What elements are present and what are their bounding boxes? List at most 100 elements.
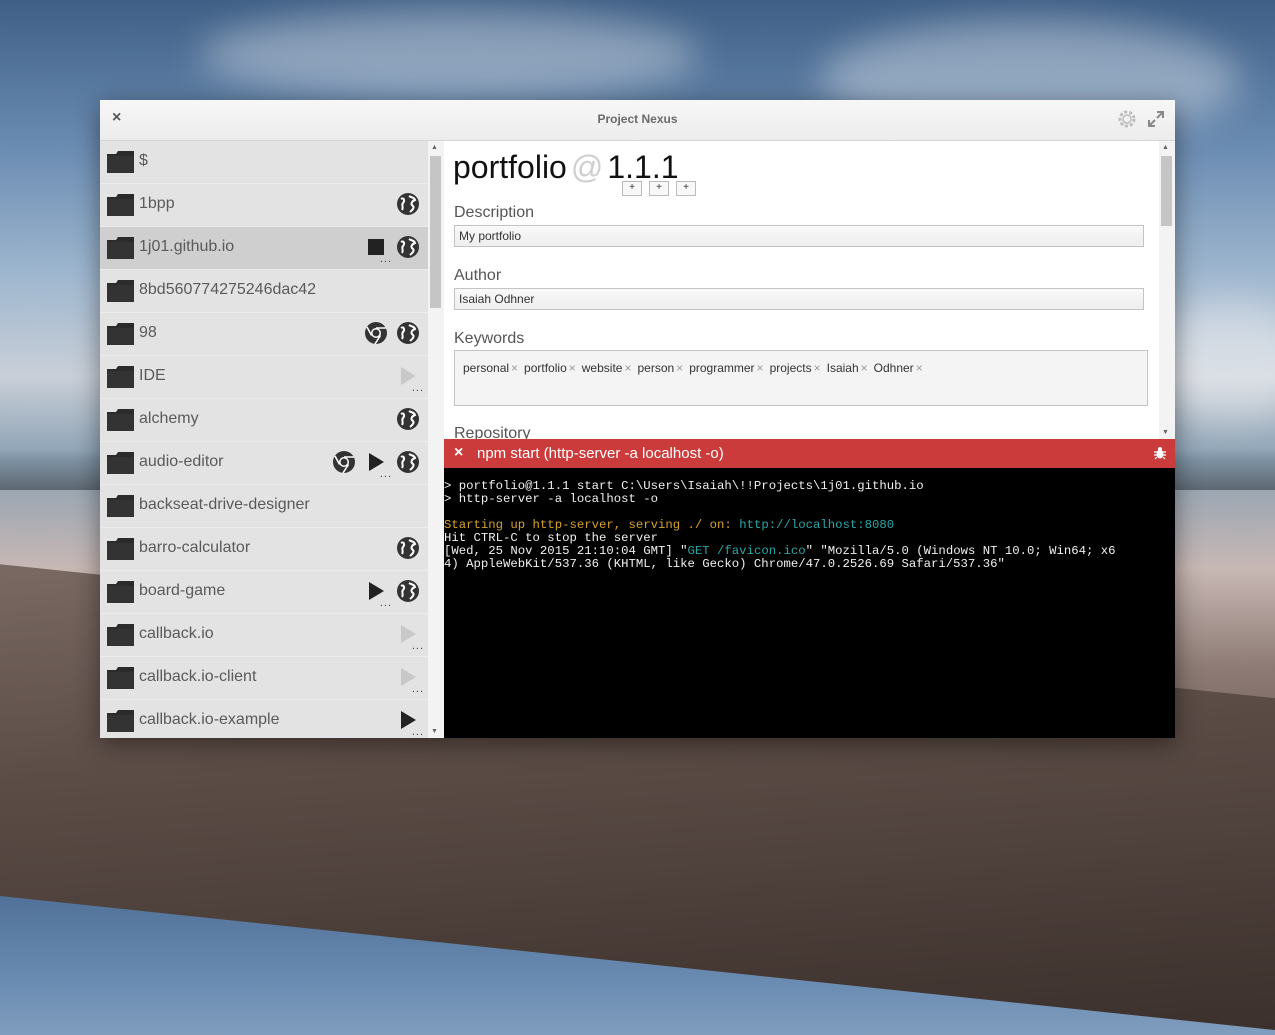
globe-icon[interactable] [396, 235, 420, 259]
play-icon: ... [396, 665, 423, 695]
folder-icon [107, 323, 134, 345]
project-list: $1bpp 1j01.github.io... 8bd560774275246dac… [100, 141, 428, 738]
keyword-text: Odhner [873, 361, 914, 375]
project-item[interactable]: 1j01.github.io... [100, 227, 428, 270]
project-actions: ... [396, 665, 423, 695]
window-title: Project Nexus [597, 112, 678, 126]
play-icon[interactable]: ... [396, 708, 423, 738]
author-field[interactable]: Isaiah Odhner [454, 288, 1144, 310]
description-label: Description [454, 204, 535, 221]
terminal-close-button[interactable]: × [454, 444, 463, 462]
remove-keyword-icon[interactable]: × [511, 361, 518, 375]
project-item[interactable]: audio-editor... [100, 442, 428, 485]
terminal-header: × npm start (http-server -a localhost -o… [444, 439, 1175, 468]
remove-keyword-icon[interactable]: × [624, 361, 631, 375]
scroll-down-arrow-icon[interactable]: ▼ [1162, 429, 1169, 436]
output-line: Starting up http-server, serving ./ on: [444, 518, 740, 532]
bump-minor-button[interactable]: + [649, 181, 669, 196]
project-item[interactable]: 8bd560774275246dac42 [100, 270, 428, 313]
bug-icon[interactable] [1153, 446, 1167, 465]
project-item[interactable]: 1bpp [100, 184, 428, 227]
keywords-field[interactable]: personal × portfolio × website × person × progra… [454, 350, 1148, 406]
scroll-up-arrow-icon[interactable]: ▲ [1162, 144, 1169, 151]
project-actions [396, 407, 420, 431]
globe-icon[interactable] [396, 450, 420, 474]
project-item[interactable]: 98 [100, 313, 428, 356]
output-line: 4) AppleWebKit/537.36 (KHTML, like Gecko… [444, 557, 1005, 571]
more-options-icon[interactable]: ... [380, 253, 392, 265]
project-name: backseat-drive-designer [139, 496, 310, 513]
keyword-text: person [637, 361, 675, 375]
keyword-tag: portfolio × [524, 361, 576, 375]
globe-icon[interactable] [396, 321, 420, 345]
more-options-icon[interactable]: ... [412, 726, 424, 738]
remove-keyword-icon[interactable]: × [916, 361, 923, 375]
project-item[interactable]: callback.io... [100, 614, 428, 657]
output-line: > portfolio@1.1.1 start C:\Users\Isaiah\… [444, 479, 924, 493]
keyword-text: Isaiah [826, 361, 859, 375]
stop-icon[interactable]: ... [364, 235, 391, 265]
chrome-icon[interactable] [332, 450, 356, 474]
keyword-tag: projects × [770, 361, 821, 375]
output-line: Hit CTRL-C to stop the server [444, 531, 659, 545]
more-options-icon[interactable]: ... [412, 683, 424, 695]
project-item[interactable]: backseat-drive-designer [100, 485, 428, 528]
project-item[interactable]: board-game... [100, 571, 428, 614]
folder-icon [107, 409, 134, 431]
title-bar: × Project Nexus [100, 100, 1175, 141]
scroll-up-arrow-icon[interactable]: ▲ [431, 144, 438, 151]
chrome-icon[interactable] [364, 321, 388, 345]
remove-keyword-icon[interactable]: × [569, 361, 576, 375]
scroll-down-arrow-icon[interactable]: ▼ [431, 728, 438, 735]
author-label: Author [454, 267, 502, 284]
more-options-icon[interactable]: ... [412, 382, 424, 394]
keyword-tags: personal × portfolio × website × person × progra… [463, 361, 923, 375]
more-options-icon[interactable]: ... [412, 640, 424, 652]
more-options-icon[interactable]: ... [380, 597, 392, 609]
settings-gear-icon[interactable] [1117, 109, 1137, 129]
globe-icon[interactable] [396, 536, 420, 560]
project-item[interactable]: alchemy [100, 399, 428, 442]
project-item[interactable]: callback.io-example... [100, 700, 428, 738]
project-actions: ... [396, 364, 423, 394]
play-icon[interactable]: ... [364, 579, 391, 609]
scrollbar-thumb[interactable] [430, 156, 441, 308]
keyword-tag: programmer × [689, 361, 763, 375]
remove-keyword-icon[interactable]: × [676, 361, 683, 375]
at-sign: @ [570, 149, 604, 185]
scrollbar-thumb[interactable] [1161, 156, 1172, 226]
globe-icon[interactable] [396, 579, 420, 603]
project-actions: ... [332, 450, 420, 480]
globe-icon[interactable] [396, 407, 420, 431]
folder-icon [107, 624, 134, 646]
request-path: GET /favicon.ico [687, 544, 806, 558]
version-bump-buttons: + + + [622, 181, 696, 196]
project-item[interactable]: barro-calculator [100, 528, 428, 571]
fullscreen-icon[interactable] [1147, 110, 1165, 128]
project-item[interactable]: callback.io-client... [100, 657, 428, 700]
project-item[interactable]: IDE... [100, 356, 428, 399]
keyword-tag: person × [637, 361, 683, 375]
terminal-title: npm start (http-server -a localhost -o) [477, 445, 724, 462]
project-name: alchemy [139, 410, 199, 427]
bump-patch-button[interactable]: + [676, 181, 696, 196]
package-details: portfolio @1.1.1 + + + Description My por… [444, 141, 1175, 439]
play-icon: ... [396, 622, 423, 652]
play-icon: ... [396, 364, 423, 394]
more-options-icon[interactable]: ... [380, 468, 392, 480]
bump-major-button[interactable]: + [622, 181, 642, 196]
globe-icon[interactable] [396, 192, 420, 216]
project-actions: ... [364, 235, 420, 265]
play-icon[interactable]: ... [364, 450, 391, 480]
remove-keyword-icon[interactable]: × [814, 361, 821, 375]
remove-keyword-icon[interactable]: × [861, 361, 868, 375]
folder-icon [107, 280, 134, 302]
project-list-scrollbar[interactable]: ▲ ▼ [428, 141, 444, 738]
remove-keyword-icon[interactable]: × [757, 361, 764, 375]
keyword-text: portfolio [524, 361, 567, 375]
details-scrollbar[interactable]: ▲ ▼ [1159, 141, 1175, 439]
folder-icon [107, 538, 134, 560]
project-item[interactable]: $ [100, 141, 428, 184]
description-field[interactable]: My portfolio [454, 225, 1144, 247]
folder-icon [107, 194, 134, 216]
